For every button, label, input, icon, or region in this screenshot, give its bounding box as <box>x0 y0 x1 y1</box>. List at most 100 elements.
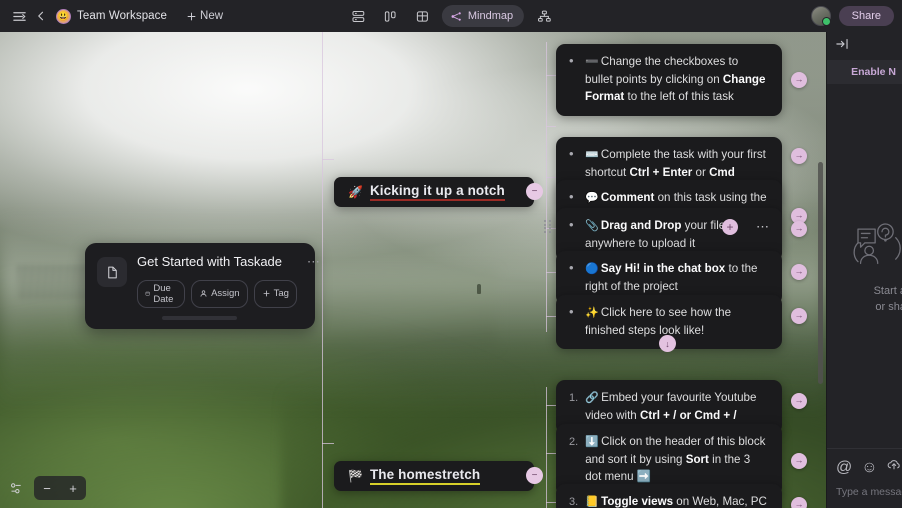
bullet-marker: 1. <box>569 392 579 404</box>
calendar-icon <box>145 291 150 296</box>
chat-composer: @ ☺ Type a message... <box>826 448 902 508</box>
connector-task-1 <box>546 75 556 76</box>
add-below-icon[interactable]: ↓ <box>659 335 676 352</box>
task-node[interactable]: • ➖ Change the checkboxes to bullet poin… <box>556 44 807 116</box>
mindmap-heading-label: Kicking it up a notch <box>369 183 505 201</box>
document-icon <box>97 257 127 287</box>
zoom-in-button[interactable]: + <box>60 476 86 500</box>
workspace-name[interactable]: Team Workspace <box>77 10 167 22</box>
emoji-icon[interactable]: ☺ <box>861 459 877 477</box>
connector-task-3 <box>546 177 556 178</box>
due-date-chip[interactable]: Due Date <box>137 279 186 308</box>
mindmap-heading-kicking[interactable]: 🚀 Kicking it up a notch − <box>334 177 543 207</box>
connector-root-spine <box>322 32 323 508</box>
connector-task-5 <box>546 272 556 273</box>
task-text: ✨ Click here to see how the finished ste… <box>585 306 732 337</box>
connector-task-6 <box>546 316 556 317</box>
sidebar-toggle-icon[interactable] <box>8 5 30 27</box>
project-card-main: Get Started with Taskade Due Date Assign… <box>137 254 297 320</box>
toolbar-right-group: Share <box>810 0 894 32</box>
connector-task-7 <box>546 405 556 406</box>
task-emoji: 💬 <box>585 192 601 204</box>
project-card[interactable]: Get Started with Taskade Due Date Assign… <box>85 243 320 329</box>
expand-arrow-icon[interactable]: → <box>791 453 807 469</box>
chat-panel-header <box>826 32 902 60</box>
assign-chip[interactable]: Assign <box>191 279 248 308</box>
due-date-chip-label: Due Date <box>153 282 174 305</box>
expand-arrow-icon[interactable]: → <box>791 221 807 237</box>
tab-mindmap-label: Mindmap <box>467 10 514 22</box>
chat-empty-state: Start a or sha <box>826 84 902 448</box>
board-view-icon <box>384 10 396 22</box>
task-node[interactable]: 3. 📒 Toggle views on Web, Mac, PC at → <box>556 484 807 508</box>
zoom-controls: − + <box>6 476 86 500</box>
mention-icon[interactable]: @ <box>836 459 852 477</box>
expand-arrow-icon[interactable]: → <box>791 264 807 280</box>
chat-empty-text: Start a or sha <box>874 284 902 316</box>
add-subtask-icon[interactable]: + <box>722 219 738 235</box>
bullet-marker: • <box>569 260 574 275</box>
task-emoji: ➖ <box>585 56 601 68</box>
expand-panel-icon[interactable] <box>835 37 851 56</box>
plus-icon <box>263 290 270 297</box>
taskade-mindmap-app: 😃 Team Workspace New Mindmap Share Get S… <box>0 0 902 508</box>
layers-icon[interactable] <box>6 478 26 498</box>
tag-chip[interactable]: Tag <box>253 279 297 308</box>
connector-task-8 <box>546 453 556 454</box>
panel-divider <box>826 32 827 508</box>
more-options-icon[interactable]: ⋯ <box>307 254 321 318</box>
expand-arrow-icon[interactable]: → <box>791 148 807 164</box>
avatar[interactable] <box>810 6 831 26</box>
upload-icon[interactable] <box>887 458 901 477</box>
zoom-out-button[interactable]: − <box>34 476 60 500</box>
mindmap-canvas[interactable]: Get Started with Taskade Due Date Assign… <box>0 32 826 508</box>
rocket-icon: 🚀 <box>348 185 363 199</box>
tab-org-chart-view[interactable] <box>532 4 556 28</box>
page-title: Get Started with Taskade <box>137 254 283 269</box>
tab-table-view[interactable] <box>410 4 434 28</box>
view-switcher: Mindmap <box>346 4 556 28</box>
back-icon[interactable] <box>30 5 52 27</box>
composer-icons: @ ☺ <box>836 458 902 477</box>
task-emoji: 🔗 <box>585 392 602 404</box>
tab-board-view[interactable] <box>378 4 402 28</box>
task-text: 📎 Drag and Drop your file anywhere to up… <box>585 219 726 250</box>
tab-mindmap-view[interactable]: Mindmap <box>441 5 525 27</box>
drag-handle-icon[interactable] <box>544 220 552 233</box>
chat-panel: Enable N Start a or sha @ <box>826 32 902 508</box>
expand-arrow-icon[interactable]: → <box>791 308 807 324</box>
bullet-marker: • <box>569 217 574 232</box>
tab-list-view[interactable] <box>346 4 370 28</box>
task-emoji: ⌨️ <box>585 149 601 161</box>
task-more-options-icon[interactable]: ⋯ <box>756 217 770 237</box>
table-view-icon <box>416 10 428 22</box>
collapse-toggle-kicking[interactable]: − <box>526 183 543 200</box>
workspace-emoji: 😃 <box>57 10 70 21</box>
bullet-marker: • <box>569 304 574 319</box>
expand-arrow-icon[interactable]: → <box>791 72 807 88</box>
collapse-toggle-homestretch[interactable]: − <box>526 467 543 484</box>
expand-arrow-icon[interactable]: → <box>791 393 807 409</box>
list-view-icon <box>351 10 364 22</box>
mindmap-icon <box>451 11 461 21</box>
connector-heading-2 <box>322 443 334 444</box>
canvas-scrollbar[interactable] <box>818 162 823 384</box>
new-button[interactable]: New <box>181 7 228 25</box>
connector-heading-1 <box>322 159 334 160</box>
workspace-avatar[interactable]: 😃 <box>56 8 71 24</box>
chat-input[interactable]: Type a message... <box>836 486 902 498</box>
checkered-flag-icon: 🏁 <box>348 469 363 483</box>
task-text: 🔗 Embed your favourite Youtube video wit… <box>585 391 757 422</box>
share-button[interactable]: Share <box>838 6 894 26</box>
notification-banner[interactable]: Enable N <box>826 60 902 84</box>
new-button-label: New <box>200 10 224 22</box>
task-text: 🔵 Say Hi! in the chat box to the right o… <box>585 262 758 293</box>
zoom-stepper: − + <box>34 476 86 500</box>
mindmap-heading-label: The homestretch <box>369 467 481 485</box>
bullet-marker: 3. <box>569 496 579 508</box>
connector-task-9 <box>546 502 556 503</box>
mindmap-heading-homestretch[interactable]: 🏁 The homestretch − <box>334 461 543 491</box>
task-emoji: 📎 <box>585 220 601 232</box>
task-emoji: 📒 <box>585 496 602 508</box>
expand-arrow-icon[interactable]: → <box>791 497 807 508</box>
